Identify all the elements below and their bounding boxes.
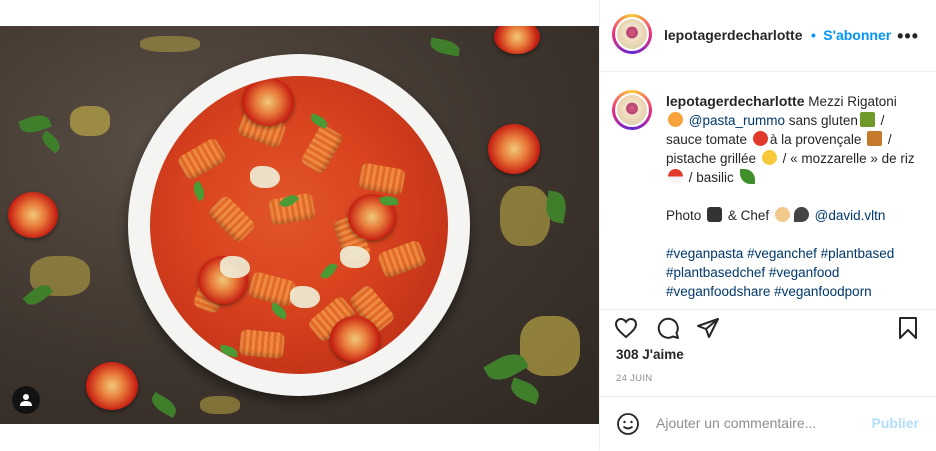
post-photo[interactable] [0, 26, 599, 424]
magnifier-emoji-icon [793, 207, 809, 222]
cherry-tomato [86, 362, 138, 410]
rigatoni [247, 270, 297, 308]
cherry-tomato [242, 78, 294, 126]
herb-emoji-icon [867, 131, 883, 146]
caption-username[interactable]: lepotagerdecharlotte [666, 93, 804, 109]
header-user-row: lepotagerdecharlotte • S'abonner [664, 27, 891, 45]
caption-sep-2: / [887, 132, 892, 147]
caption-text-3: à la provençale [769, 132, 862, 147]
cherry-tomato [488, 124, 540, 174]
rigatoni [176, 136, 228, 182]
comment-icon [657, 317, 679, 339]
post-details-panel: lepotagerdecharlotte • S'abonner ••• lep… [599, 0, 936, 450]
cherry-tomato [330, 316, 380, 362]
caption-text-6: / basilic [688, 170, 734, 185]
caption-text: lepotagerdecharlotte Mezzi Rigatoni @pas… [666, 92, 916, 301]
rigatoni [358, 162, 406, 196]
caption-text-2: sauce tomate [666, 132, 748, 147]
mention-david-vltn[interactable]: @david.vltn [815, 208, 886, 223]
hashtag[interactable]: #plantbasedchef [666, 265, 765, 280]
rice-mozzarella [340, 246, 370, 268]
comment-bar: Ajouter un commentaire... Publier [600, 396, 936, 451]
post-date[interactable]: 24 JUIN [616, 373, 652, 384]
caption-section: lepotagerdecharlotte Mezzi Rigatoni @pas… [600, 72, 936, 308]
rigatoni [299, 123, 345, 175]
caption-author-avatar[interactable] [612, 90, 652, 130]
hashtag[interactable]: #veganchef [747, 246, 817, 261]
bookmark-icon [899, 317, 917, 339]
pasta-plate [128, 54, 470, 396]
post-media [0, 0, 599, 450]
rice-mozzarella [250, 166, 280, 188]
basil-leaf [190, 180, 208, 202]
basil-leaf [507, 377, 543, 405]
rice-emoji-icon [668, 169, 683, 184]
caption-text-5: / « mozzarelle » de riz [782, 151, 915, 166]
send-icon [697, 318, 719, 338]
user-icon [20, 394, 32, 406]
basil-leaf [308, 113, 330, 129]
basil-leaf [320, 260, 338, 282]
rigatoni [238, 329, 286, 359]
follow-separator: • [810, 27, 816, 43]
author-avatar[interactable] [612, 14, 652, 54]
cherry-tomato [494, 26, 540, 54]
pistachio-crumbs [140, 36, 200, 52]
rigatoni [376, 239, 428, 279]
rigatoni [207, 194, 257, 244]
pistachio-crumbs [200, 396, 240, 414]
basil-leaf [38, 130, 64, 154]
rice-mozzarella [290, 286, 320, 308]
avatar-frame [615, 17, 649, 51]
photo-label: Photo [666, 208, 702, 223]
chef-face-emoji-icon [774, 207, 790, 222]
hashtag[interactable]: #veganfood [769, 265, 840, 280]
comment-button[interactable] [654, 314, 682, 342]
tomato-emoji-icon [752, 131, 768, 146]
more-options-icon[interactable]: ••• [897, 26, 919, 47]
post-actions [600, 309, 936, 346]
caption-sep-1: / [880, 113, 885, 128]
chef-label: & Chef [727, 208, 770, 223]
basil-leaf [148, 391, 180, 419]
pasta-emoji-icon [668, 112, 683, 127]
camera-emoji-icon [707, 207, 723, 222]
caption-text-4: pistache grillée [666, 151, 757, 166]
like-button[interactable] [612, 314, 640, 342]
pistachio-crumbs [520, 316, 580, 376]
hashtag[interactable]: #veganfoodshare [666, 284, 770, 299]
author-username[interactable]: lepotagerdecharlotte [664, 27, 802, 43]
avatar-image [617, 95, 647, 125]
tagged-users-button[interactable] [12, 386, 40, 414]
pasta-dish [150, 76, 448, 374]
basil-leaf [429, 37, 461, 57]
caption-title: Mezzi Rigatoni [808, 94, 897, 109]
share-button[interactable] [694, 314, 722, 342]
caption-text-1: sans gluten [788, 113, 858, 128]
like-count[interactable]: 308 J'aime [616, 347, 684, 362]
basil-leaf [219, 344, 239, 358]
smiley-icon [617, 413, 639, 435]
publish-button[interactable]: Publier [872, 415, 919, 431]
avatar-image [617, 19, 647, 49]
hashtag[interactable]: #veganpasta [666, 246, 743, 261]
hashtag[interactable]: #veganfoodporn [774, 284, 872, 299]
comment-input[interactable]: Ajouter un commentaire... [656, 415, 816, 431]
save-button[interactable] [894, 314, 922, 342]
pistachio-crumbs [500, 186, 550, 246]
smile-emoji-icon [761, 150, 777, 165]
mention-pasta-rummo[interactable]: @pasta_rummo [689, 113, 785, 128]
cherry-tomato [8, 192, 58, 238]
heart-icon [614, 317, 638, 339]
emoji-button[interactable] [616, 412, 640, 441]
leaf-emoji-icon [739, 169, 755, 184]
wheat-emoji-icon [859, 112, 875, 127]
hashtag[interactable]: #plantbased [821, 246, 895, 261]
follow-button[interactable]: S'abonner [823, 27, 891, 43]
post-header: lepotagerdecharlotte • S'abonner ••• [600, 0, 936, 72]
pistachio-crumbs [70, 106, 110, 136]
rice-mozzarella [220, 256, 250, 278]
avatar-frame [615, 93, 649, 127]
